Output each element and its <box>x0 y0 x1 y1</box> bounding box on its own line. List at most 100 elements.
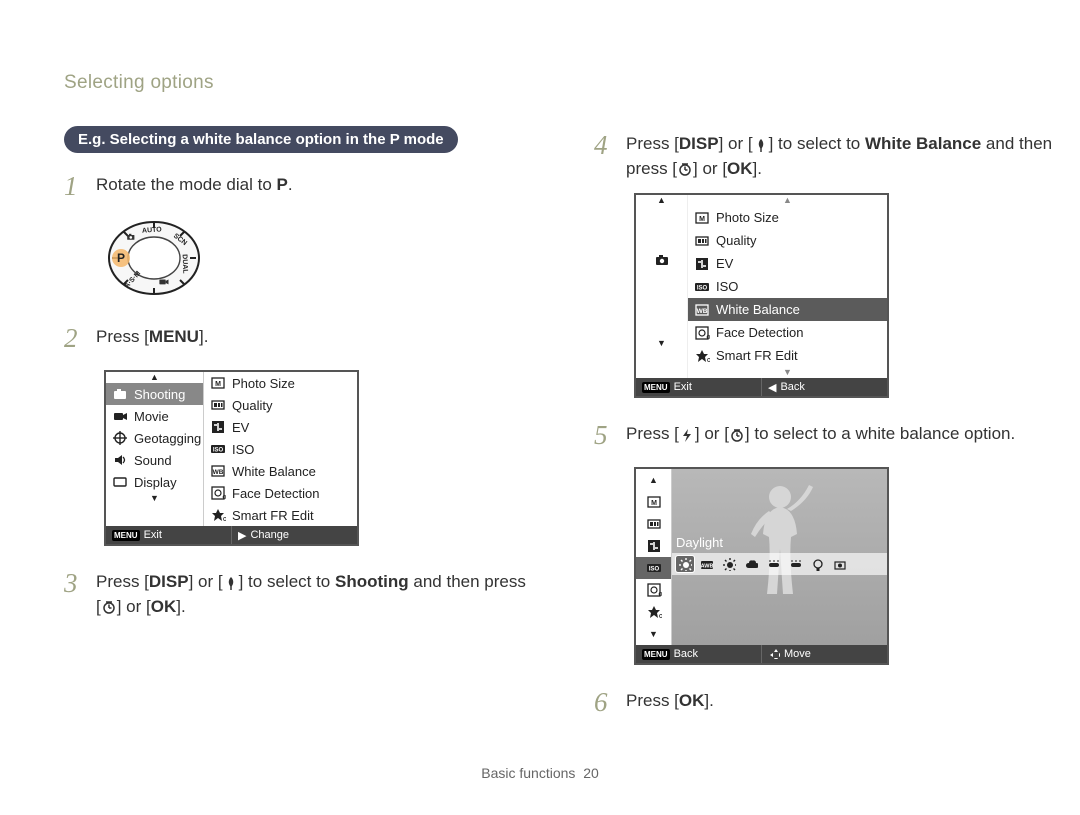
photo-size-icon <box>636 491 671 513</box>
quality-icon <box>694 233 710 249</box>
chevron-up-icon: ▲ <box>106 372 203 383</box>
lcd-menu-panel-step2: ▲ Shooting Movie Geotagging Sound Displa… <box>104 370 359 546</box>
page-header: Selecting options <box>64 72 214 94</box>
text: ] or [ <box>117 597 151 616</box>
label: Photo Size <box>232 376 295 391</box>
label: Quality <box>716 233 756 248</box>
photo-size-icon <box>694 210 710 226</box>
menu-item-white-balance-selected: White Balance <box>688 298 887 321</box>
footer-exit: Exit <box>674 381 692 393</box>
timer-icon <box>729 427 745 443</box>
menu-item-ev: EV <box>204 416 357 438</box>
timer-icon <box>677 161 693 177</box>
label: ISO <box>232 442 254 457</box>
quality-icon <box>210 397 226 413</box>
wb-icon <box>210 463 226 479</box>
step-text: Press [DISP] or [] to select to White Ba… <box>626 126 1064 181</box>
shooting-bold: Shooting <box>335 572 409 591</box>
wb-icon <box>694 302 710 318</box>
ev-icon <box>210 419 226 435</box>
sound-icon <box>112 452 128 468</box>
triangle-right-icon: ▶ <box>238 529 246 542</box>
menu-right-column: ▲ Photo Size Quality EV ISO White Balanc… <box>688 195 887 378</box>
wb-daylight2-icon <box>720 556 738 572</box>
chevron-down-icon: ▼ <box>688 367 887 378</box>
menu-right-column: Photo Size Quality EV ISO White Balance … <box>204 372 357 526</box>
footer-back: Back <box>674 648 698 660</box>
label: Quality <box>232 398 272 413</box>
face-icon <box>694 325 710 341</box>
star-icon <box>694 348 710 364</box>
page-footer: Basic functions 20 <box>0 765 1080 781</box>
menu-item-iso: ISO <box>688 275 887 298</box>
chevron-up-icon: ▲ <box>636 469 671 491</box>
iso-icon <box>636 557 671 579</box>
ok-button-label: OK <box>151 597 177 616</box>
footer-exit: Exit <box>144 529 162 541</box>
face-icon <box>636 579 671 601</box>
star-icon <box>210 507 226 523</box>
step-number: 3 <box>64 564 86 603</box>
menu-tab-display: Display <box>106 471 203 493</box>
macro-icon <box>753 137 769 153</box>
ok-button-label: OK <box>679 691 705 710</box>
right-column: 4 Press [DISP] or [] to select to White … <box>594 126 1064 735</box>
timer-icon <box>101 599 117 615</box>
label: White Balance <box>716 302 800 317</box>
menu-tab-shooting: Shooting <box>106 383 203 405</box>
chevron-up-icon: ▲ <box>688 195 887 206</box>
person-silhouette-icon <box>735 479 825 602</box>
menu-item-smart-fr: Smart FR Edit <box>204 504 357 526</box>
label: White Balance <box>232 464 316 479</box>
svg-text:AUTO: AUTO <box>142 226 163 234</box>
disp-button-label: DISP <box>679 134 719 153</box>
text: Press [ <box>96 572 149 591</box>
camera-icon <box>654 252 670 271</box>
lcd-footer: MENUExit ▶Change <box>106 526 357 544</box>
wb-cloudy-icon <box>742 556 760 572</box>
menu-button-label: MENU <box>149 327 199 346</box>
wb-fluorh-icon <box>764 556 782 572</box>
iso-icon <box>694 279 710 295</box>
step-text: Rotate the mode dial to P. <box>96 167 293 198</box>
label: Smart FR Edit <box>716 348 798 363</box>
step-number: 5 <box>594 416 616 455</box>
lcd-footer: MENUExit ◀Back <box>636 378 887 396</box>
macro-icon <box>223 575 239 591</box>
label: Face Detection <box>716 325 803 340</box>
menu-badge-icon: MENU <box>642 382 670 393</box>
footer-change: Change <box>250 529 289 541</box>
step-5: 5 Press [] or [] to select to a white ba… <box>594 416 1064 455</box>
step-text: Press [DISP] or [] to select to Shooting… <box>96 564 534 619</box>
p-mode-icon: P <box>277 175 288 194</box>
label: Sound <box>134 453 172 468</box>
menu-tab-sound: Sound <box>106 449 203 471</box>
ev-icon <box>636 535 671 557</box>
quality-icon <box>636 513 671 535</box>
label: Geotagging <box>134 431 201 446</box>
step-number: 2 <box>64 319 86 358</box>
step-2: 2 Press [MENU]. <box>64 319 534 358</box>
label: Photo Size <box>716 210 779 225</box>
chevron-up-icon: ▲ <box>636 195 687 206</box>
text: ] or [ <box>695 424 729 443</box>
footer-page-number: 20 <box>583 765 599 781</box>
label: Smart FR Edit <box>232 508 314 523</box>
text: ] or [ <box>189 572 223 591</box>
wb-option-strip <box>672 553 887 575</box>
svg-text:DUAL: DUAL <box>181 254 189 274</box>
chevron-down-icon: ▼ <box>106 493 203 504</box>
star-icon <box>636 601 671 623</box>
disp-button-label: DISP <box>149 572 189 591</box>
menu-item-face-detection: Face Detection <box>204 482 357 504</box>
wb-awb-icon <box>698 556 716 572</box>
white-balance-bold: White Balance <box>865 134 981 153</box>
label: Movie <box>134 409 169 424</box>
chevron-down-icon: ▼ <box>636 338 687 349</box>
display-icon <box>112 474 128 490</box>
wb-tungsten-icon <box>808 556 826 572</box>
label: EV <box>232 420 249 435</box>
text: ]. <box>199 327 208 346</box>
step-number: 1 <box>64 167 86 206</box>
label: Shooting <box>134 387 185 402</box>
